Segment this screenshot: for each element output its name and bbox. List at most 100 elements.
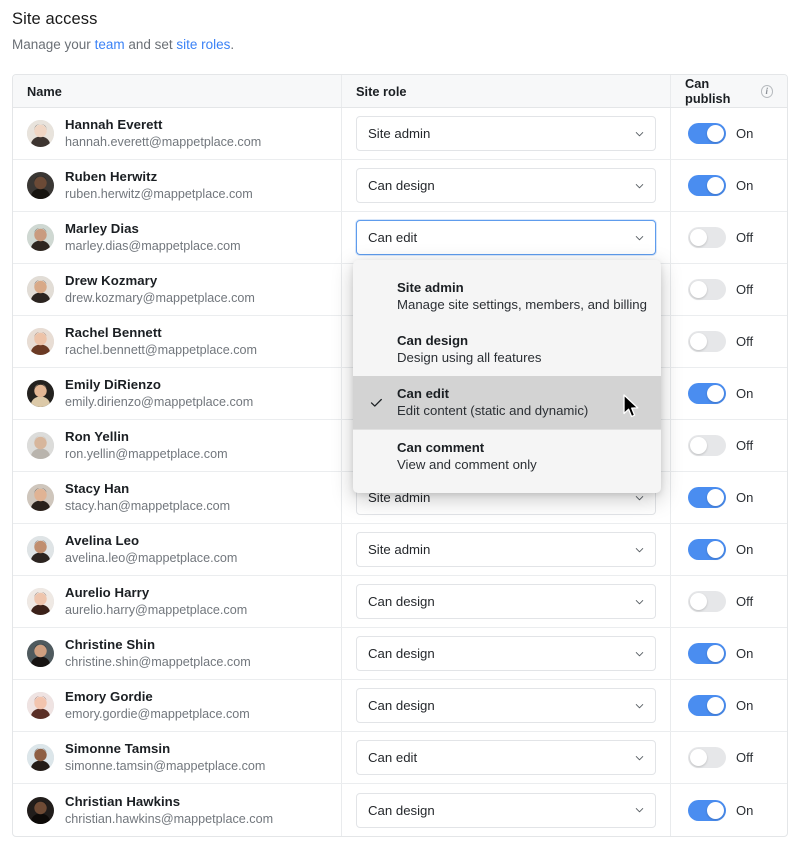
name-cell: Emory Gordie emory.gordie@mappetplace.com (13, 680, 342, 731)
site-role-select[interactable]: Can edit (356, 220, 656, 255)
person-name: Hannah Everett (65, 117, 163, 132)
check-icon (370, 396, 383, 409)
person-email: rachel.bennett@mappetplace.com (65, 343, 258, 357)
can-publish-toggle[interactable] (688, 331, 726, 352)
can-publish-cell: On (671, 524, 787, 575)
name-cell: Ron Yellin ron.yellin@mappetplace.com (13, 420, 342, 471)
chevron-down-icon (635, 545, 644, 554)
person-text: Emily DiRienzo emily.dirienzo@mappetplace… (65, 377, 253, 410)
site-role-value: Can edit (368, 230, 418, 245)
avatar-hannah-everett (27, 120, 54, 147)
toggle-knob (707, 177, 724, 194)
chevron-down-icon (635, 597, 644, 606)
role-menu-item-title: Can edit (397, 386, 450, 401)
person-text: Christine Shin christine.shin@mappetplace… (65, 637, 251, 670)
can-publish-label: Off (736, 230, 754, 245)
page-header: Site access Manage your team and set sit… (0, 0, 800, 54)
avatar-marley-dias (27, 224, 54, 251)
person-name: Rachel Bennett (65, 325, 162, 340)
toggle-knob (690, 749, 707, 766)
can-publish-toggle[interactable] (688, 175, 726, 196)
name-cell: Rachel Bennett rachel.bennett@mappetplace… (13, 316, 342, 367)
person-email: christian.hawkins@mappetplace.com (65, 811, 274, 826)
toggle-knob (707, 125, 724, 142)
can-publish-toggle[interactable] (688, 123, 726, 144)
name-cell: Avelina Leo avelina.leo@mappetplace.com (13, 524, 342, 575)
can-publish-toggle[interactable] (688, 279, 726, 300)
can-publish-toggle[interactable] (688, 695, 726, 716)
person-email: ron.yellin@mappetplace.com (65, 447, 228, 461)
name-cell: Aurelio Harry aurelio.harry@mappetplace.c… (13, 576, 342, 627)
can-publish-label: Off (736, 594, 754, 609)
person-email: avelina.leo@mappetplace.com (65, 551, 238, 565)
column-header-site-role-label: Site role (356, 83, 407, 99)
chevron-down-icon (635, 181, 644, 190)
can-publish-label: On (736, 646, 754, 661)
site-role-cell: Site admin (342, 524, 671, 575)
person-text: Ruben Herwitz ruben.herwitz@mappetplace.c… (65, 169, 253, 202)
site-role-select[interactable]: Can design (356, 636, 656, 671)
person-text: Christian Hawkins christian.hawkins@mappe… (65, 794, 273, 827)
team-link[interactable]: team (95, 37, 125, 52)
site-roles-link[interactable]: site roles (176, 37, 230, 52)
site-role-cell: Can edit (342, 732, 671, 783)
can-publish-label: On (736, 490, 754, 505)
chevron-down-icon (635, 233, 644, 242)
person-name: Ruben Herwitz (65, 169, 158, 184)
person-email: aurelio.harry@mappetplace.com (65, 603, 248, 617)
chevron-down-icon (635, 649, 644, 658)
avatar-emory-gordie (27, 692, 54, 719)
can-publish-toggle[interactable] (688, 747, 726, 768)
person-name: Emily DiRienzo (65, 377, 161, 392)
can-publish-cell: On (671, 160, 787, 211)
can-publish-toggle[interactable] (688, 799, 726, 821)
can-publish-toggle[interactable] (688, 227, 726, 248)
role-menu-item[interactable]: Site admin Manage site settings, members,… (353, 270, 661, 323)
toggle-knob (690, 593, 707, 610)
can-publish-label: On (736, 386, 754, 401)
name-cell: Marley Dias marley.dias@mappetplace.com (13, 212, 342, 263)
person-name: Simonne Tamsin (65, 741, 171, 756)
avatar-aurelio-harry (27, 588, 54, 615)
site-role-select[interactable]: Site admin (356, 532, 656, 567)
site-role-select[interactable]: Can design (356, 688, 656, 723)
site-role-select[interactable]: Can design (356, 584, 656, 619)
name-cell: Stacy Han stacy.han@mappetplace.com (13, 472, 342, 523)
can-publish-toggle[interactable] (688, 383, 726, 404)
site-role-select[interactable]: Can edit (356, 740, 656, 775)
avatar-christine-shin (27, 640, 54, 667)
table-row: Aurelio Harry aurelio.harry@mappetplace.c… (13, 576, 787, 628)
can-publish-toggle[interactable] (688, 435, 726, 456)
table-row: Emory Gordie emory.gordie@mappetplace.com… (13, 680, 787, 732)
site-role-cell: Can design (342, 680, 671, 731)
person-email: hannah.everett@mappetplace.com (65, 135, 262, 149)
role-menu-item[interactable]: Can edit Edit content (static and dynamic… (353, 376, 661, 429)
site-role-select[interactable]: Can design (356, 792, 656, 828)
can-publish-toggle[interactable] (688, 643, 726, 664)
page-title: Site access (12, 10, 98, 28)
person-name: Christine Shin (65, 637, 156, 652)
can-publish-toggle[interactable] (688, 591, 726, 612)
toggle-knob (707, 541, 724, 558)
site-role-select[interactable]: Can design (356, 168, 656, 203)
person-email: stacy.han@mappetplace.com (65, 499, 231, 513)
can-publish-toggle[interactable] (688, 487, 726, 508)
person-email: marley.dias@mappetplace.com (65, 239, 241, 253)
can-publish-label: Off (736, 438, 754, 453)
can-publish-toggle[interactable] (688, 539, 726, 560)
can-publish-cell: Off (671, 212, 787, 263)
person-email: drew.kozmary@mappetplace.com (65, 291, 255, 305)
site-role-value: Can design (368, 802, 435, 818)
site-role-select[interactable]: Site admin (356, 116, 656, 151)
site-role-dropdown-menu[interactable]: Site admin Manage site settings, members,… (353, 260, 661, 493)
toggle-knob (707, 385, 724, 402)
chevron-down-icon (635, 129, 644, 138)
role-menu-item[interactable]: Can design Design using all features (353, 323, 661, 376)
role-menu-item-description: View and comment only (397, 457, 537, 472)
avatar-rachel-bennett (27, 328, 54, 355)
info-icon[interactable]: i (760, 84, 773, 98)
name-cell: Drew Kozmary drew.kozmary@mappetplace.com (13, 264, 342, 315)
role-menu-item[interactable]: Can comment View and comment only (353, 430, 661, 483)
person-name: Ron Yellin (65, 429, 130, 444)
can-publish-cell: Off (671, 732, 787, 783)
